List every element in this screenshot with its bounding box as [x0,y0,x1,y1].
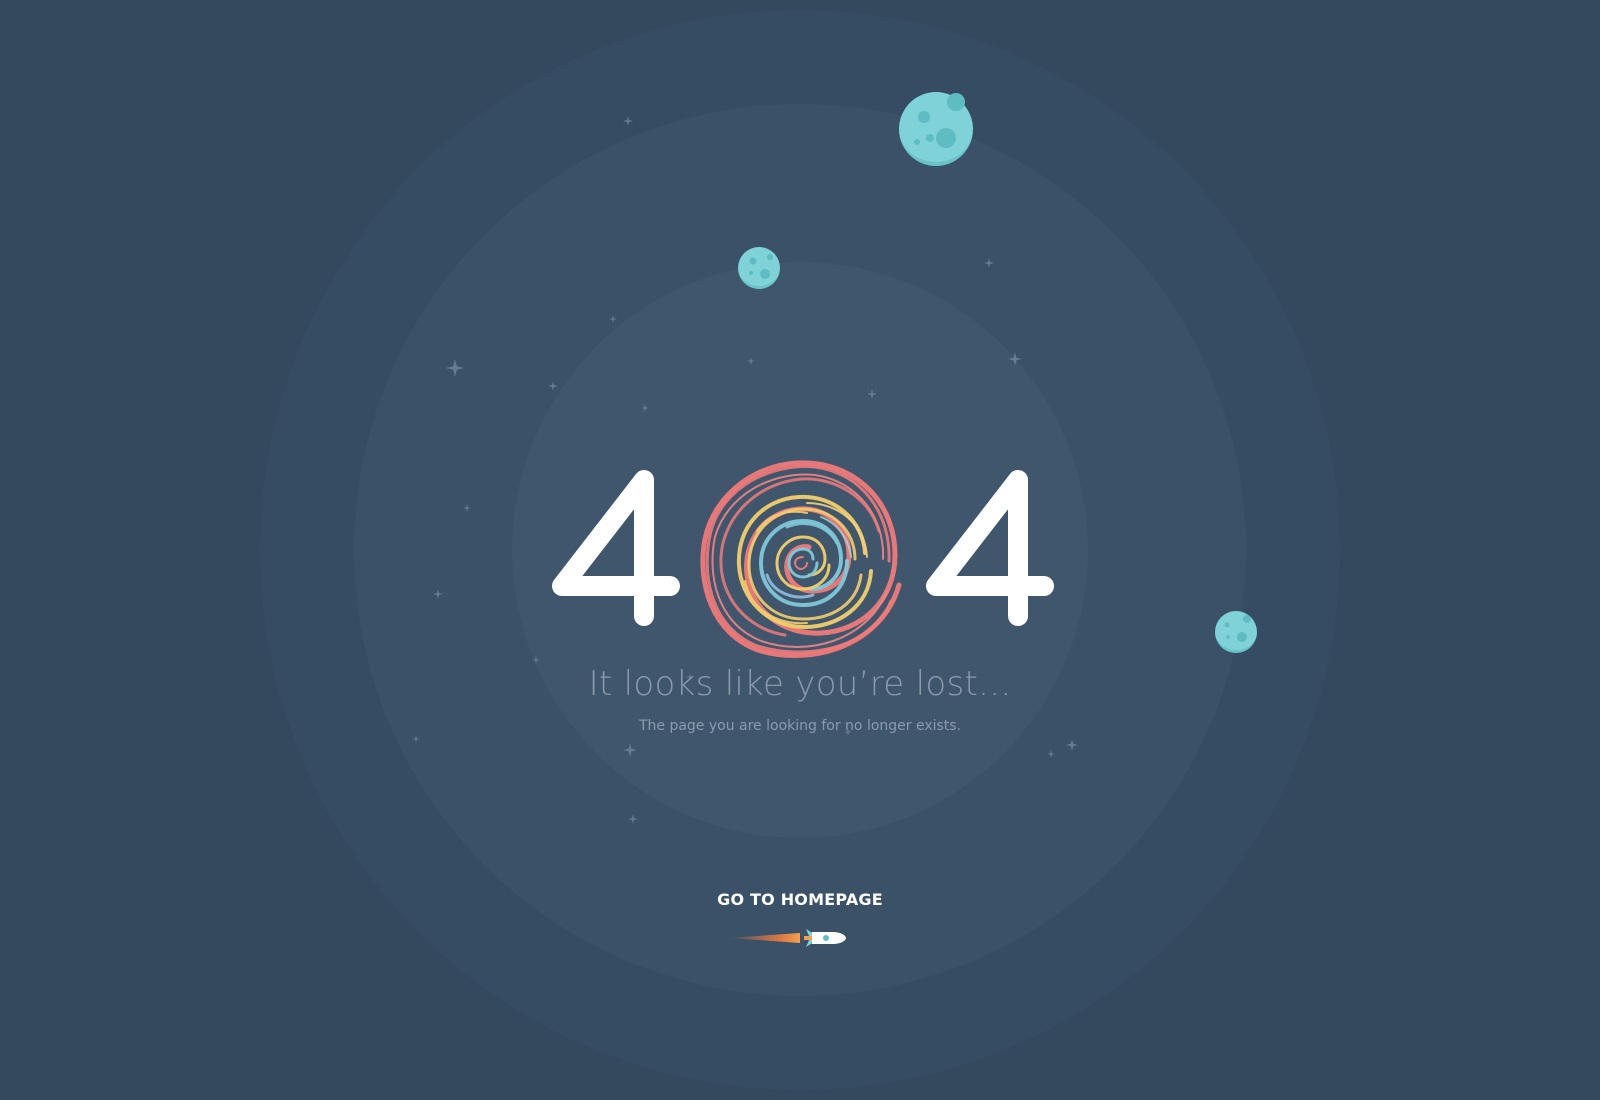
star-icon [1047,750,1055,758]
page-subline: The page you are looking for no longer e… [638,718,962,734]
error-page: 4 [0,0,1600,1100]
star-icon [628,814,638,824]
star-icon [623,743,637,757]
planet-small-icon [737,246,781,290]
star-icon [867,389,877,399]
star-icon [1008,352,1022,366]
rocket-icon [728,925,846,951]
star-icon [463,504,471,512]
page-headline: It looks like you’re lost... [588,664,1012,704]
star-icon [548,381,558,391]
star-icon [412,735,420,743]
star-icon [1066,739,1078,751]
star-icon [641,404,649,412]
star-icon [609,315,617,323]
star-icon [623,116,633,126]
star-icon [984,258,994,268]
planet-right-icon [1214,610,1258,654]
star-icon [747,357,755,365]
planet-large-icon [897,90,975,168]
background-ring-inner [512,262,1088,838]
star-icon [433,589,443,599]
star-icon [556,583,568,595]
star-icon [532,656,540,664]
star-icon [446,359,464,377]
go-to-homepage-button[interactable]: GO TO HOMEPAGE [700,886,900,914]
